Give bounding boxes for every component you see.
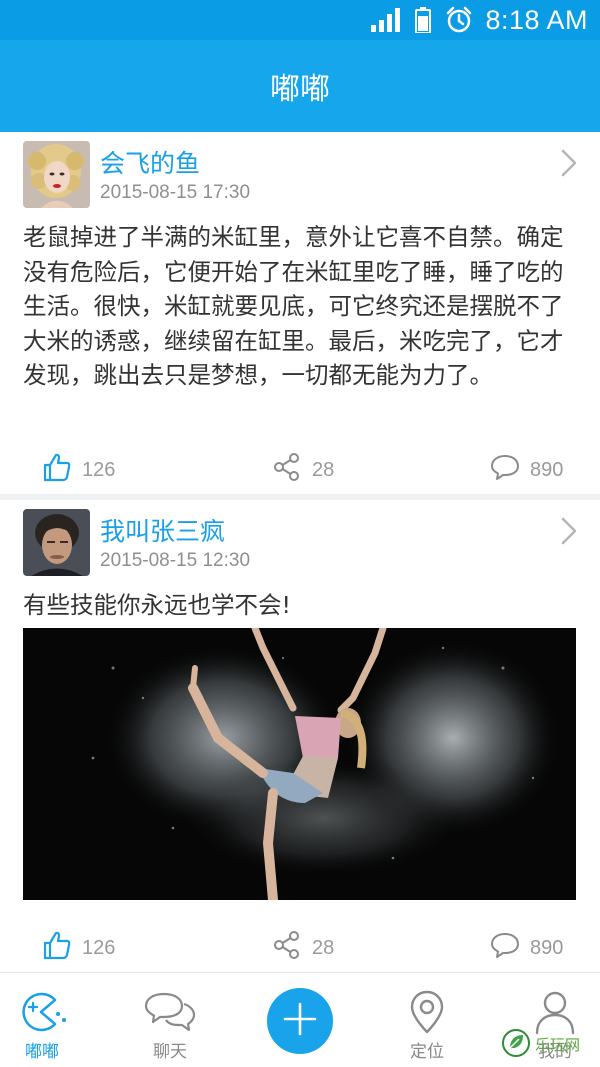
add-post-button[interactable] xyxy=(267,988,333,1054)
share-icon xyxy=(272,930,302,966)
chevron-right-icon[interactable] xyxy=(558,516,580,546)
post-username[interactable]: 会飞的鱼 xyxy=(100,144,200,180)
post-feed[interactable]: 会飞的鱼 2015-08-15 17:30 老鼠掉进了半满的米缸里，意外让它喜不… xyxy=(0,132,600,972)
nav-tab-home[interactable]: 嘟嘟 xyxy=(0,973,87,1067)
page-title: 嘟嘟 xyxy=(270,72,330,107)
comment-icon xyxy=(490,452,520,488)
share-count: 28 xyxy=(312,936,335,959)
post-timestamp: 2015-08-15 12:30 xyxy=(100,550,251,571)
location-pin-icon xyxy=(407,989,447,1035)
share-icon xyxy=(272,452,302,488)
comment-button[interactable]: 890 xyxy=(490,930,563,966)
nav-label: 聊天 xyxy=(153,1042,187,1062)
like-count: 126 xyxy=(82,458,116,481)
share-count: 28 xyxy=(312,458,335,481)
share-button[interactable]: 28 xyxy=(272,452,334,488)
comment-count: 890 xyxy=(530,458,564,481)
share-button[interactable]: 28 xyxy=(272,930,334,966)
post-timestamp: 2015-08-15 17:30 xyxy=(100,182,251,203)
plus-icon xyxy=(282,1001,318,1041)
watermark-text: 乐玩网 xyxy=(535,1036,581,1054)
comment-count: 890 xyxy=(530,936,564,959)
comment-icon xyxy=(490,930,520,966)
signal-icon xyxy=(371,8,401,32)
leaf-logo-icon xyxy=(501,1028,531,1062)
nav-tab-chat[interactable]: 聊天 xyxy=(125,973,215,1067)
post-card[interactable]: 会飞的鱼 2015-08-15 17:30 老鼠掉进了半满的米缸里，意外让它喜不… xyxy=(0,132,600,494)
post-actions: 126 28 890 xyxy=(0,452,600,492)
avatar[interactable] xyxy=(23,509,90,576)
watermark-logo: 乐玩网 xyxy=(501,1022,600,1067)
header-bar: 嘟嘟 xyxy=(0,40,600,132)
post-card[interactable]: 我叫张三疯 2015-08-15 12:30 有些技能你永远也学不会! 126 … xyxy=(0,500,600,972)
thumbs-up-icon xyxy=(42,452,72,488)
nav-tab-location[interactable]: 定位 xyxy=(382,973,472,1067)
chevron-right-icon[interactable] xyxy=(558,148,580,178)
battery-icon xyxy=(415,7,432,33)
avatar[interactable] xyxy=(23,141,90,208)
like-button[interactable]: 126 xyxy=(42,930,115,966)
post-username[interactable]: 我叫张三疯 xyxy=(100,512,225,548)
clock-time: 8:18 AM xyxy=(485,4,588,35)
thumbs-up-icon xyxy=(42,930,72,966)
post-actions: 126 28 890 xyxy=(0,930,600,970)
nav-label: 定位 xyxy=(410,1042,444,1062)
status-bar: 8:18 AM xyxy=(0,0,600,40)
nav-label: 嘟嘟 xyxy=(25,1042,59,1062)
alarm-icon xyxy=(445,6,473,34)
chat-bubbles-icon xyxy=(144,989,196,1035)
post-image[interactable] xyxy=(23,628,576,900)
pacman-icon xyxy=(17,989,67,1035)
post-content: 有些技能你永远也学不会! xyxy=(23,591,291,619)
like-button[interactable]: 126 xyxy=(42,452,115,488)
post-content: 老鼠掉进了半满的米缸里，意外让它喜不自禁。确定没有危险后，它便开始了在米缸里吃了… xyxy=(23,223,564,389)
like-count: 126 xyxy=(82,936,116,959)
comment-button[interactable]: 890 xyxy=(490,452,563,488)
